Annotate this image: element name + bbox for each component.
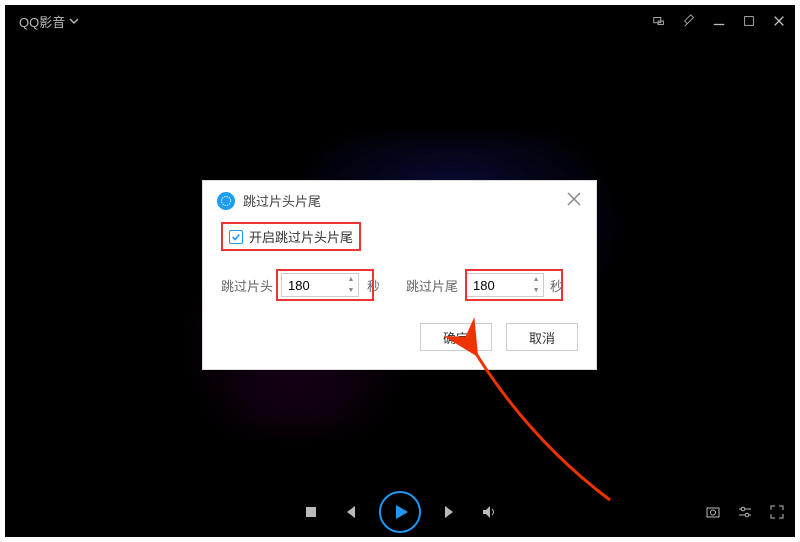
seconds-label: 秒 bbox=[550, 276, 563, 295]
enable-skip-checkbox[interactable]: 开启跳过片头片尾 bbox=[221, 222, 361, 251]
checkbox-icon bbox=[229, 230, 243, 244]
play-button[interactable] bbox=[379, 491, 421, 533]
close-button[interactable] bbox=[771, 13, 787, 29]
enable-skip-label: 开启跳过片头片尾 bbox=[249, 227, 353, 246]
settings-button[interactable] bbox=[737, 504, 753, 520]
maximize-button[interactable] bbox=[741, 13, 757, 29]
skip-head-input[interactable] bbox=[281, 273, 359, 297]
dialog-title: 跳过片头片尾 bbox=[243, 191, 321, 210]
skip-tail-label: 跳过片尾 bbox=[406, 276, 458, 295]
seconds-label: 秒 bbox=[367, 276, 380, 295]
mini-mode-button[interactable] bbox=[651, 13, 667, 29]
dialog-header: 跳过片头片尾 bbox=[203, 181, 596, 216]
titlebar: QQ影音 bbox=[5, 5, 795, 37]
minimize-button[interactable] bbox=[711, 13, 727, 29]
next-button[interactable] bbox=[443, 504, 459, 520]
screenshot-button[interactable] bbox=[705, 504, 721, 520]
dialog-footer: 确定 取消 bbox=[203, 307, 596, 369]
fullscreen-button[interactable] bbox=[769, 504, 785, 520]
dialog-body: 开启跳过片头片尾 跳过片头 ▲▼ 秒 跳过片尾 ▲▼ 秒 bbox=[203, 216, 596, 307]
skip-head-label: 跳过片头 bbox=[221, 276, 273, 295]
skip-intro-dialog: 跳过片头片尾 开启跳过片头片尾 跳过片头 ▲▼ 秒 跳过片尾 ▲▼ 秒 bbox=[202, 180, 597, 370]
dialog-icon bbox=[217, 192, 235, 210]
stop-button[interactable] bbox=[303, 504, 319, 520]
right-controls bbox=[705, 487, 785, 537]
cancel-button[interactable]: 取消 bbox=[506, 323, 578, 351]
volume-button[interactable] bbox=[481, 504, 497, 520]
chevron-down-icon bbox=[69, 16, 79, 26]
app-title-dropdown[interactable]: QQ影音 bbox=[19, 12, 79, 31]
prev-button[interactable] bbox=[341, 504, 357, 520]
controlbar bbox=[5, 487, 795, 537]
skip-tail-input[interactable] bbox=[466, 273, 544, 297]
pin-button[interactable] bbox=[681, 13, 697, 29]
ok-button[interactable]: 确定 bbox=[420, 323, 492, 351]
close-icon bbox=[566, 191, 582, 207]
dialog-close-button[interactable] bbox=[566, 191, 582, 210]
play-icon bbox=[393, 504, 409, 520]
inputs-row: 跳过片头 ▲▼ 秒 跳过片尾 ▲▼ 秒 bbox=[221, 273, 578, 297]
window-controls bbox=[651, 13, 787, 29]
app-title: QQ影音 bbox=[19, 12, 65, 31]
